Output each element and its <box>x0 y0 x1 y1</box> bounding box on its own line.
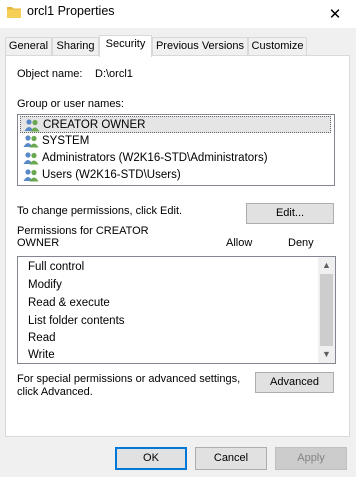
allow-column-header: Allow <box>226 237 253 249</box>
scroll-thumb[interactable] <box>320 274 333 346</box>
edit-button-label: Edit... <box>275 207 305 219</box>
user-name: Users (W2K16-STD\Users) <box>42 169 181 181</box>
tab-label: Sharing <box>56 40 95 52</box>
permission-row: Modify <box>28 279 62 291</box>
permissions-for-label-line2: OWNER <box>17 237 60 249</box>
edit-button[interactable]: Edit... <box>246 203 334 224</box>
tab-strip: General Sharing Security Previous Versio… <box>5 35 350 57</box>
window-title: orcl1 Properties <box>27 4 115 18</box>
user-row-users[interactable]: Users (W2K16-STD\Users) <box>20 167 331 184</box>
close-icon: ✕ <box>328 6 342 23</box>
tab-customize[interactable]: Customize <box>248 37 307 56</box>
permission-row: Read <box>28 332 56 344</box>
advanced-button-label: Advanced <box>270 376 319 388</box>
user-group-icon <box>23 169 39 182</box>
folder-icon <box>7 7 21 18</box>
advanced-button[interactable]: Advanced <box>255 372 334 393</box>
tab-previous-versions[interactable]: Previous Versions <box>152 37 248 56</box>
tab-label: Security <box>105 38 146 50</box>
ok-button[interactable]: OK <box>115 447 187 470</box>
tab-label: General <box>8 40 49 52</box>
permission-row: Read & execute <box>28 297 110 309</box>
permission-row: Write <box>28 349 55 361</box>
user-row-administrators[interactable]: Administrators (W2K16-STD\Administrators… <box>20 150 331 167</box>
deny-column-header: Deny <box>288 237 314 249</box>
permission-row: Full control <box>28 261 85 273</box>
tab-label: Previous Versions <box>155 40 245 52</box>
apply-button-label: Apply <box>297 452 325 464</box>
object-name-label: Object name: <box>17 68 83 80</box>
change-permissions-text: To change permissions, click Edit. <box>17 205 183 217</box>
apply-button[interactable]: Apply <box>275 447 347 470</box>
security-panel: Object name: D:\orcl1 Group or user name… <box>5 55 350 437</box>
ok-button-label: OK <box>143 452 159 464</box>
user-row-creator-owner[interactable]: CREATOR OWNER <box>20 116 331 133</box>
scroll-down-icon[interactable]: ▼ <box>318 346 335 363</box>
cancel-button-label: Cancel <box>213 452 249 464</box>
tab-sharing[interactable]: Sharing <box>52 37 99 56</box>
dialog-button-bar: OK Cancel Apply <box>0 437 356 477</box>
cancel-button[interactable]: Cancel <box>195 447 267 470</box>
permission-row: List folder contents <box>28 315 125 327</box>
tab-security[interactable]: Security <box>99 35 152 57</box>
group-names-label: Group or user names: <box>17 98 124 110</box>
permissions-list[interactable]: Full control Modify Read & execute List … <box>17 256 336 364</box>
special-permissions-text-line2: click Advanced. <box>17 386 93 398</box>
user-group-icon <box>23 135 39 148</box>
user-name: CREATOR OWNER <box>43 119 146 131</box>
close-button[interactable]: ✕ <box>314 0 356 28</box>
special-permissions-text: For special permissions or advanced sett… <box>17 373 241 385</box>
user-name: Administrators (W2K16-STD\Administrators… <box>42 152 268 164</box>
permissions-for-label: Permissions for CREATOR <box>17 225 149 237</box>
tab-general[interactable]: General <box>5 37 52 56</box>
object-name-value: D:\orcl1 <box>95 68 133 80</box>
user-list[interactable]: CREATOR OWNER SYSTEM Administrators (W2K… <box>17 114 335 186</box>
user-row-system[interactable]: SYSTEM <box>20 133 331 150</box>
user-group-icon <box>23 152 39 165</box>
title-bar: orcl1 Properties ✕ <box>0 0 356 29</box>
scroll-up-icon[interactable]: ▲ <box>318 257 335 274</box>
permissions-scrollbar[interactable]: ▲ ▼ <box>318 257 335 363</box>
user-name: SYSTEM <box>42 135 90 147</box>
tab-label: Customize <box>251 40 304 52</box>
user-group-icon <box>24 119 40 132</box>
